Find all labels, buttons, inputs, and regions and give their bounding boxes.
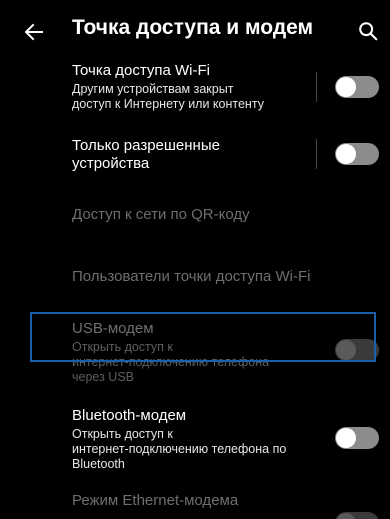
setting-subtitle: Другим устройствам закрыт: [72, 82, 234, 96]
app-bar: Точка доступа и модем: [0, 0, 390, 64]
page-title: Точка доступа и модем: [72, 16, 314, 39]
setting-hotspot-users: Пользователи точки доступа Wi-Fi: [0, 258, 390, 298]
setting-title: Доступ к сети по QR-коду: [72, 206, 250, 223]
setting-title: Bluetooth-модем: [72, 407, 187, 424]
setting-title: Точка доступа Wi-Fi: [72, 62, 210, 79]
setting-title: Пользователи точки доступа Wi-Fi: [72, 268, 311, 285]
setting-subtitle: интернет-подключению телефона по: [72, 442, 287, 456]
setting-ethernet-tethering: Режим Ethernet-модема: [0, 490, 390, 519]
setting-subtitle: Открыть доступ к: [72, 427, 173, 441]
wifi-hotspot-toggle[interactable]: [335, 76, 379, 98]
setting-allowed-devices[interactable]: Только разрешенные устройства: [0, 135, 390, 185]
divider: [316, 72, 317, 102]
setting-subtitle: доступ к Интернету или контенту: [72, 97, 264, 111]
setting-title: устройства: [72, 155, 150, 172]
setting-subtitle: Bluetooth: [72, 457, 125, 471]
setting-qr-access: Доступ к сети по QR-коду: [0, 198, 390, 238]
setting-subtitle: через USB: [72, 370, 134, 384]
ethernet-tethering-toggle: [335, 512, 379, 519]
arrow-left-icon[interactable]: [22, 20, 46, 44]
setting-bluetooth-tethering[interactable]: Bluetooth-модем Открыть доступ к интерне…: [0, 405, 390, 475]
focus-highlight: [30, 312, 376, 362]
setting-title: Только разрешенные: [72, 137, 220, 154]
setting-title: Режим Ethernet-модема: [72, 492, 239, 509]
allowed-devices-toggle[interactable]: [335, 143, 379, 165]
setting-wifi-hotspot[interactable]: Точка доступа Wi-Fi Другим устройствам з…: [0, 60, 390, 125]
divider: [316, 139, 317, 169]
bluetooth-tethering-toggle[interactable]: [335, 427, 379, 449]
search-icon[interactable]: [357, 20, 379, 42]
